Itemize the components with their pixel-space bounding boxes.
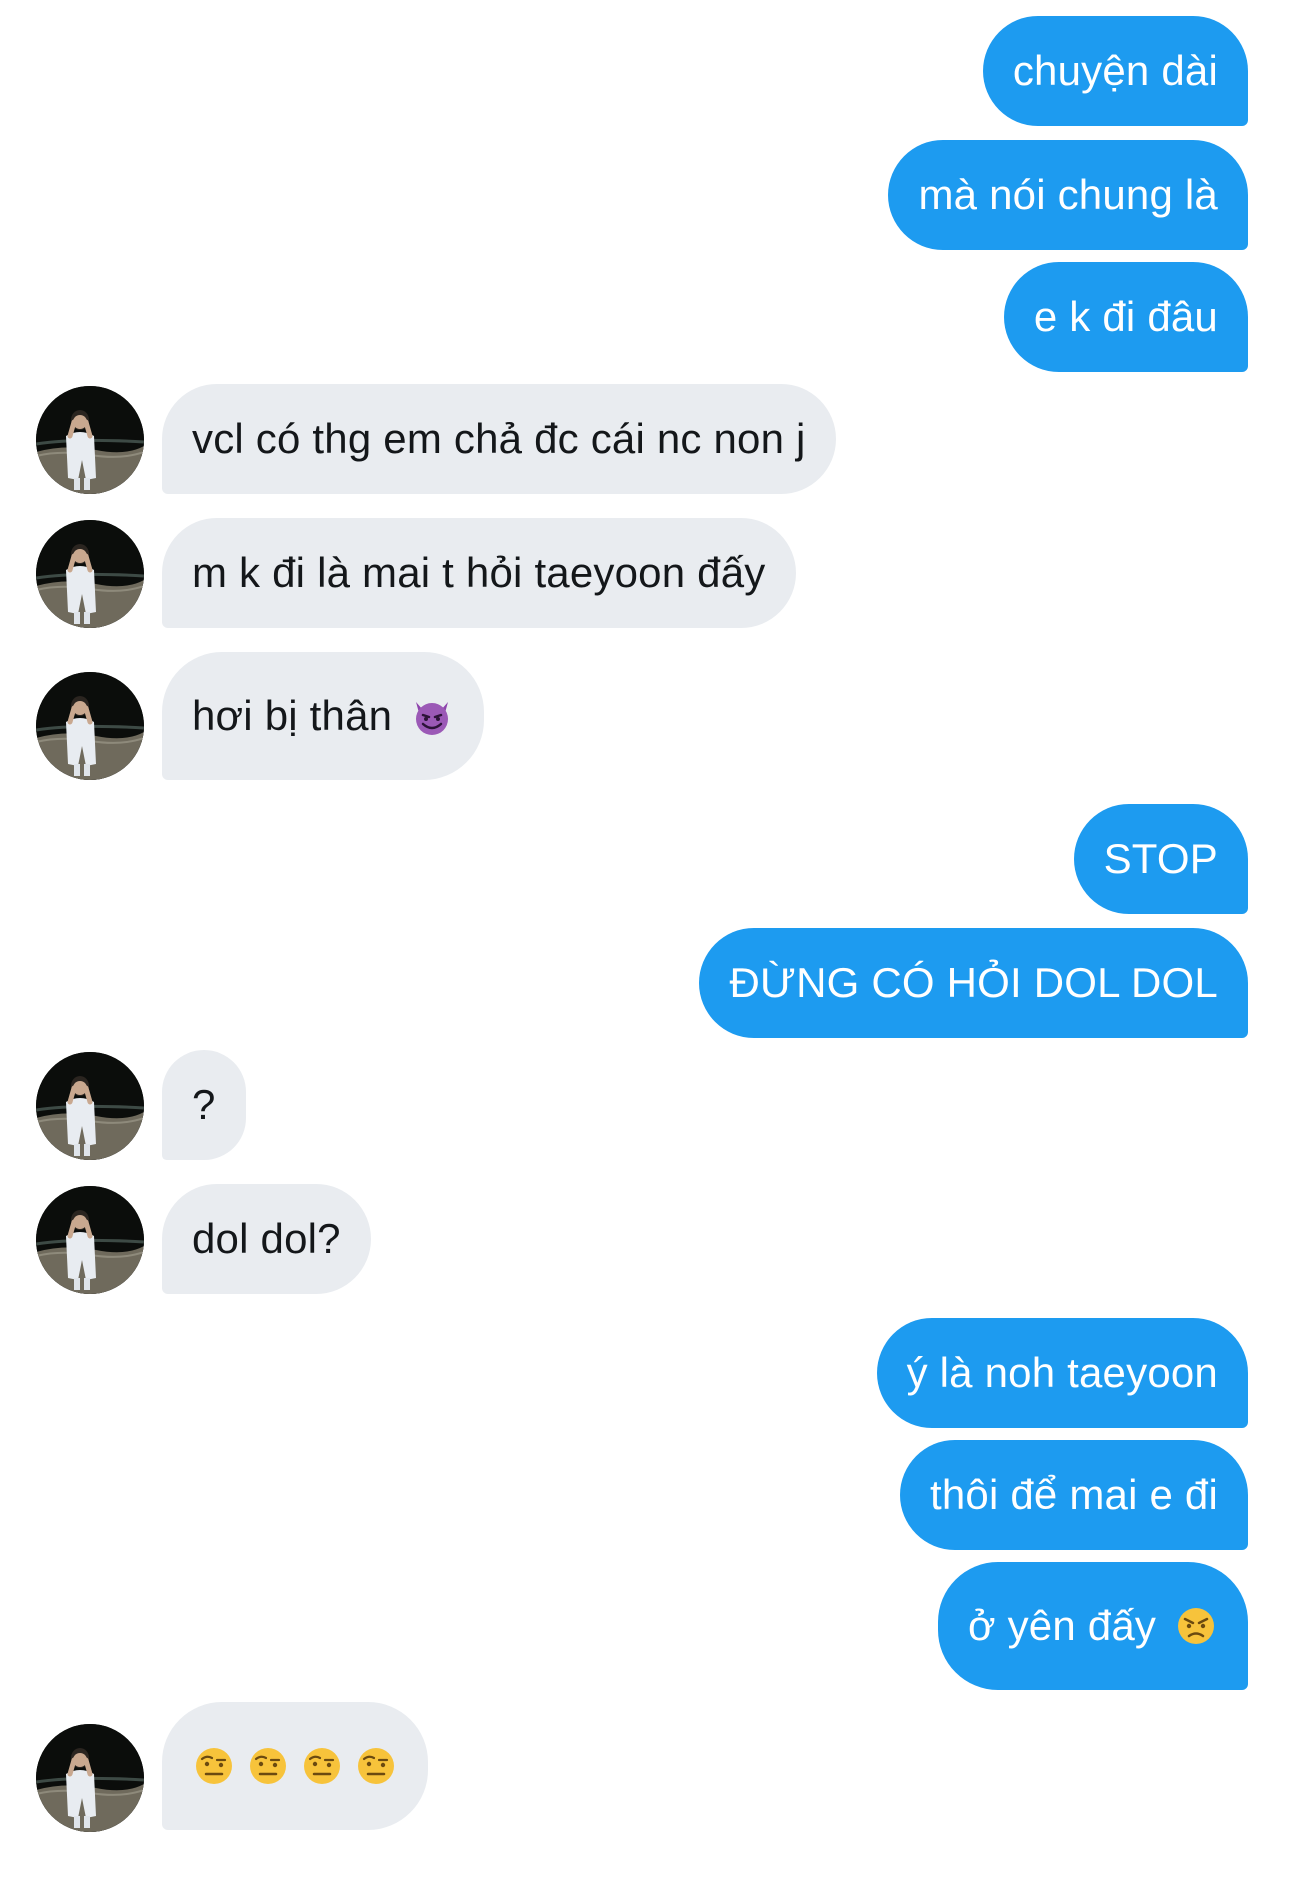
user-avatar-icon xyxy=(36,386,144,494)
user-avatar-icon xyxy=(36,1052,144,1160)
message-text: ĐỪNG CÓ HỎI DOL DOL xyxy=(729,959,1218,1006)
avatar[interactable] xyxy=(36,386,144,494)
message-text: mà nói chung là xyxy=(918,171,1218,218)
message-text: dol dol? xyxy=(192,1215,341,1262)
smiling-devil-emoji-icon xyxy=(410,694,454,738)
outgoing-message[interactable]: thôi để mai e đi xyxy=(899,1440,1248,1550)
message-text: e k đi đâu xyxy=(1033,293,1218,340)
message-text: thôi để mai e đi xyxy=(929,1471,1218,1518)
outgoing-message[interactable]: mà nói chung là xyxy=(888,140,1248,250)
outgoing-message[interactable]: chuyện dài xyxy=(982,16,1248,126)
outgoing-message[interactable]: ĐỪNG CÓ HỎI DOL DOL xyxy=(699,928,1248,1038)
message-text: STOP xyxy=(1103,835,1218,882)
avatar[interactable] xyxy=(36,1724,144,1832)
user-avatar-icon xyxy=(36,672,144,780)
message-text: ý là noh taeyoon xyxy=(906,1349,1218,1396)
user-avatar-icon xyxy=(36,1724,144,1832)
message-text: ở yên đấy xyxy=(968,1602,1157,1649)
angry-face-emoji-icon xyxy=(1174,1604,1218,1648)
outgoing-message[interactable]: ý là noh taeyoon xyxy=(876,1318,1248,1428)
raised-eyebrow-emoji-icon xyxy=(354,1744,398,1788)
incoming-message[interactable]: ? xyxy=(162,1050,246,1160)
avatar[interactable] xyxy=(36,1052,144,1160)
outgoing-message[interactable]: ở yên đấy xyxy=(938,1562,1248,1690)
avatar[interactable] xyxy=(36,1186,144,1294)
outgoing-message[interactable]: STOP xyxy=(1073,804,1248,914)
outgoing-message[interactable]: e k đi đâu xyxy=(1003,262,1248,372)
message-text: vcl có thg em chả đc cái nc non j xyxy=(192,415,806,462)
raised-eyebrow-emoji-icon xyxy=(192,1744,236,1788)
incoming-message[interactable] xyxy=(162,1702,428,1830)
message-text: chuyện dài xyxy=(1012,47,1218,94)
incoming-message[interactable]: m k đi là mai t hỏi taeyoon đấy xyxy=(162,518,796,628)
incoming-message[interactable]: dol dol? xyxy=(162,1184,371,1294)
avatar[interactable] xyxy=(36,520,144,628)
message-thread[interactable]: chuyện dài mà nói chung là e k đi đâu vc… xyxy=(0,0,1290,1887)
user-avatar-icon xyxy=(36,1186,144,1294)
user-avatar-icon xyxy=(36,520,144,628)
raised-eyebrow-emoji-icon xyxy=(246,1744,290,1788)
incoming-message[interactable]: vcl có thg em chả đc cái nc non j xyxy=(162,384,836,494)
message-text: ? xyxy=(192,1081,216,1128)
incoming-message[interactable]: hơi bị thân xyxy=(162,652,485,780)
message-text: m k đi là mai t hỏi taeyoon đấy xyxy=(192,549,766,596)
message-text: hơi bị thân xyxy=(192,692,393,739)
avatar[interactable] xyxy=(36,672,144,780)
raised-eyebrow-emoji-icon xyxy=(300,1744,344,1788)
